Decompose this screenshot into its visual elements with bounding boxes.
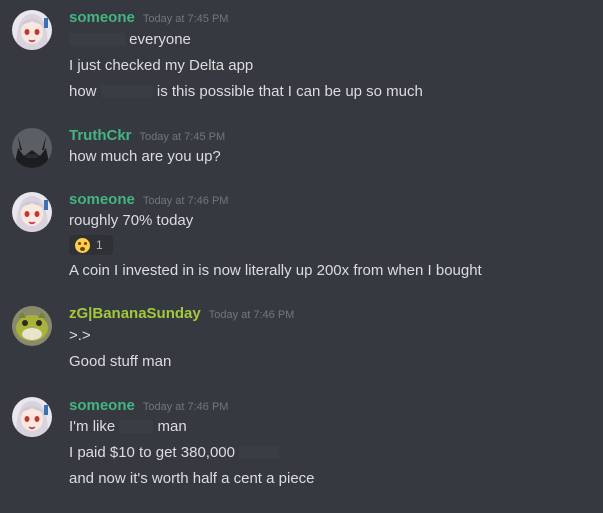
astonished-face-icon	[75, 237, 90, 253]
message-line: I'm like man	[69, 417, 187, 437]
message-header: someone Today at 7:45 PM	[69, 9, 228, 29]
message-text: how much are you up?	[69, 148, 221, 165]
message-text: roughly 70% today	[69, 212, 194, 229]
message-text: everyone	[129, 31, 191, 48]
redacted-text	[239, 446, 280, 459]
message-text: I paid $10 to get 380,000	[69, 444, 235, 461]
redacted-text	[100, 85, 153, 98]
username[interactable]: zG|BananaSunday	[69, 305, 201, 322]
message-text: how	[69, 83, 97, 100]
redacted-text	[119, 420, 154, 433]
timestamp[interactable]: Today at 7:45 PM	[143, 13, 229, 25]
message-line: everyone	[69, 30, 191, 50]
username[interactable]: someone	[69, 191, 135, 208]
message-text: A coin I invested in is now literally up…	[69, 262, 482, 279]
message-text: is this possible that I can be up so muc…	[156, 83, 423, 100]
anime-girl-avatar-icon[interactable]	[12, 192, 52, 232]
message-text: Good stuff man	[69, 353, 172, 370]
anime-girl-avatar-icon[interactable]	[12, 397, 52, 437]
message-line: >.>	[69, 326, 91, 346]
message-line: A coin I invested in is now literally up…	[69, 261, 482, 281]
username[interactable]: TruthCkr	[69, 127, 132, 144]
message-line: I paid $10 to get 380,000	[69, 443, 280, 463]
message-text: and now it's worth half a cent a piece	[69, 470, 315, 487]
message-line: I just checked my Delta app	[69, 56, 253, 76]
message-text: I just checked my Delta app	[69, 57, 254, 74]
message-line: Good stuff man	[69, 352, 171, 372]
timestamp[interactable]: Today at 7:46 PM	[143, 195, 229, 207]
message-header: TruthCkr Today at 7:45 PM	[69, 127, 225, 147]
anime-girl-avatar-icon[interactable]	[12, 10, 52, 50]
message-text: I'm like	[69, 418, 116, 435]
creature-avatar-icon[interactable]	[12, 306, 52, 346]
message-text: >.>	[69, 327, 91, 344]
timestamp[interactable]: Today at 7:45 PM	[140, 131, 226, 143]
message-text: man	[157, 418, 187, 435]
chat-message-list: someone Today at 7:45 PM everyone I just…	[0, 0, 603, 513]
username[interactable]: someone	[69, 397, 135, 414]
username[interactable]: someone	[69, 9, 135, 26]
message-line: and now it's worth half a cent a piece	[69, 469, 315, 489]
timestamp[interactable]: Today at 7:46 PM	[143, 401, 229, 413]
message-header: someone Today at 7:46 PM	[69, 397, 228, 417]
message-header: zG|BananaSunday Today at 7:46 PM	[69, 305, 294, 325]
redacted-mention	[69, 33, 125, 46]
reaction-button[interactable]: 1	[69, 235, 113, 255]
message-line: how is this possible that I can be up so…	[69, 82, 423, 102]
message-line: roughly 70% today	[69, 211, 193, 231]
reaction-count: 1	[96, 238, 103, 252]
timestamp[interactable]: Today at 7:46 PM	[209, 309, 295, 321]
message-header: someone Today at 7:46 PM	[69, 191, 228, 211]
message-line: how much are you up?	[69, 147, 221, 167]
dark-horned-avatar-icon[interactable]	[12, 128, 52, 168]
